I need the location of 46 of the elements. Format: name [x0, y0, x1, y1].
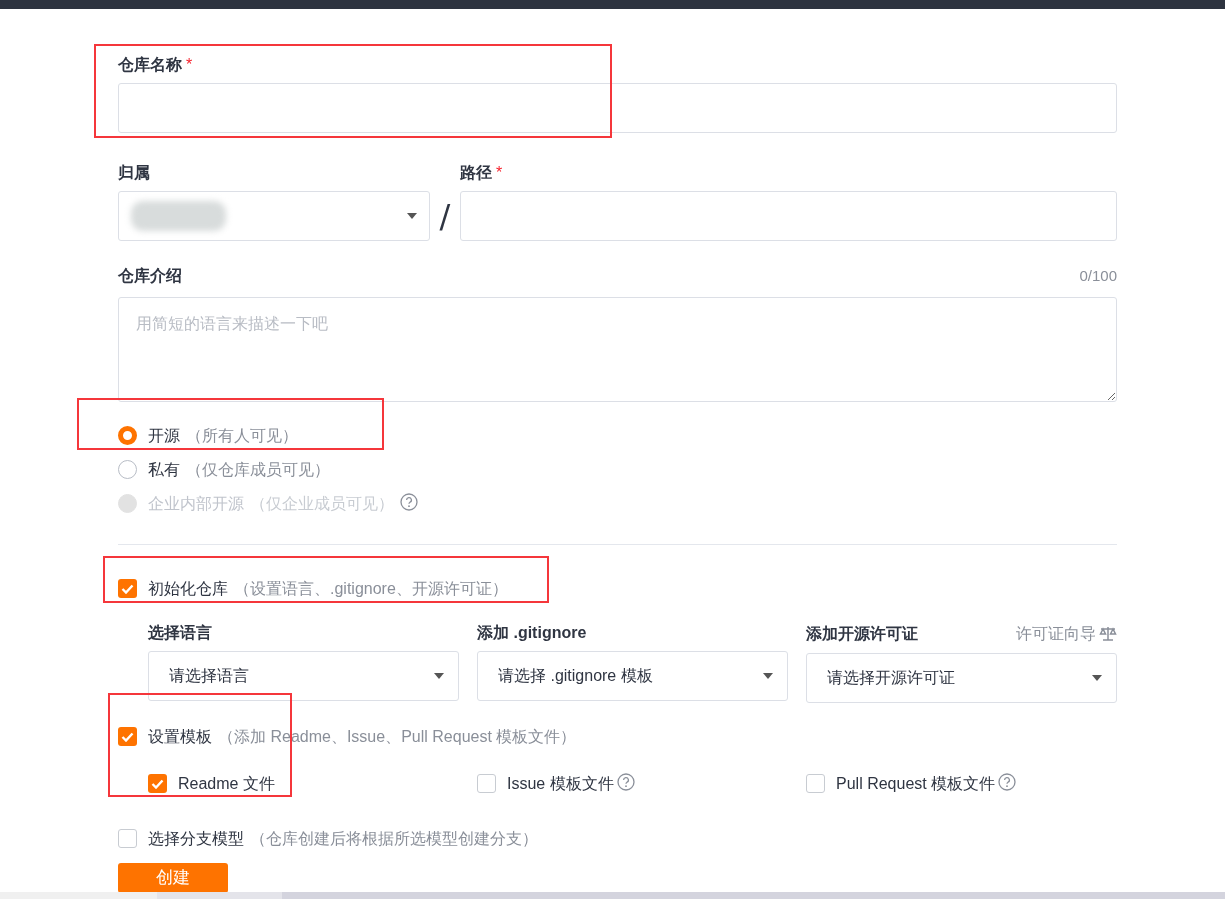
input-field[interactable]	[118, 83, 1117, 133]
help-icon[interactable]	[998, 773, 1017, 791]
field-label: 仓库名称	[118, 55, 182, 75]
input-field[interactable]	[460, 191, 1117, 241]
owner-select[interactable]	[118, 191, 430, 241]
field-label: 添加 .gitignore	[477, 622, 587, 643]
option-note: （所有人可见）	[186, 425, 298, 446]
checkbox[interactable]	[118, 579, 137, 598]
character-counter: 0/100	[1079, 266, 1117, 286]
checkbox[interactable]	[118, 829, 137, 848]
dropdown-select[interactable]: 请选择 .gitignore 模板	[477, 650, 788, 701]
option-note: （仓库创建后将根据所选模型创建分支）	[250, 828, 538, 849]
option-label: Pull Request 模板文件	[836, 773, 996, 794]
option-label: 私有	[148, 459, 180, 480]
option-label: 开源	[148, 425, 180, 446]
option-label: 选择分支模型	[148, 828, 244, 849]
field-label: 路径	[460, 163, 492, 183]
option-note: （设置语言、.gitignore、开源许可证）	[234, 578, 508, 599]
option-label: Readme 文件	[178, 773, 275, 794]
field-label: 添加开源许可证	[806, 623, 918, 644]
scale-icon	[1099, 625, 1117, 642]
option-label: 初始化仓库	[148, 578, 228, 599]
checkbox[interactable]	[806, 774, 825, 793]
checkbox[interactable]	[477, 774, 496, 793]
radio-button[interactable]	[118, 426, 137, 445]
dropdown-caret-icon	[1092, 674, 1102, 681]
option-label: 企业内部开源	[148, 493, 244, 514]
horizontal-scrollbar[interactable]	[0, 892, 1225, 899]
field-label: 选择语言	[148, 622, 212, 643]
dropdown-caret-icon	[434, 672, 444, 679]
dropdown-select[interactable]: 请选择语言	[148, 650, 459, 701]
option-label: 设置模板	[148, 726, 212, 747]
field-label: 归属	[118, 163, 150, 183]
dropdown-caret-icon	[763, 672, 773, 679]
required-mark: *	[496, 163, 503, 183]
path-separator: /	[438, 196, 452, 237]
field-label: 仓库介绍	[118, 266, 182, 287]
dropdown-select[interactable]: 请选择开源许可证	[806, 652, 1117, 703]
required-mark: *	[186, 55, 193, 75]
help-icon[interactable]	[616, 773, 635, 791]
option-label: Issue 模板文件	[507, 773, 614, 794]
checkbox[interactable]	[148, 774, 167, 793]
dropdown-caret-icon	[407, 213, 417, 219]
option-note: （仅仓库成员可见）	[186, 459, 330, 480]
checkbox[interactable]	[118, 727, 137, 746]
radio-button[interactable]	[118, 460, 137, 479]
